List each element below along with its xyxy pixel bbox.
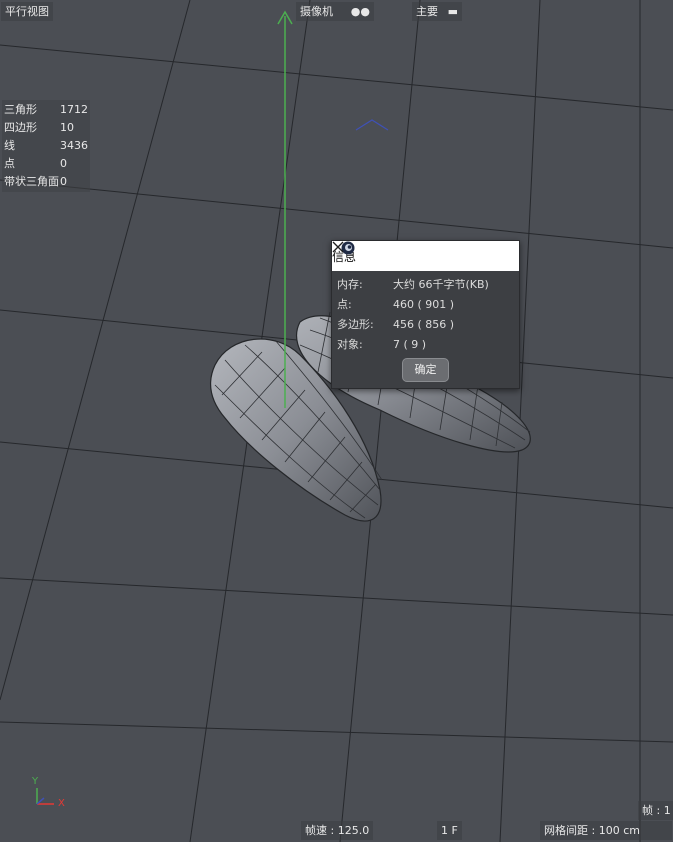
x-axis-label: X — [58, 798, 65, 809]
info-row: 内存: 大约 66千字节(KB) — [337, 278, 489, 291]
frame-readout: 1 F — [437, 821, 462, 840]
info-row: 点: 460 ( 901 ) — [337, 298, 455, 311]
stat-row: 线 3436 — [4, 139, 88, 152]
display-label: 主要 — [416, 5, 438, 18]
stat-row: 三角形 1712 — [4, 103, 88, 116]
frame-counter: 帧 : 1 — [638, 801, 673, 820]
viewport-scene — [0, 0, 673, 842]
close-icon — [332, 241, 344, 253]
grid-spacing-readout: 网格间距 : 100 cm — [540, 821, 672, 840]
camera-icon: ●● — [350, 5, 370, 18]
view-mode-label[interactable]: 平行视图 — [1, 2, 53, 21]
close-button[interactable] — [332, 241, 519, 271]
stat-row: 点0 — [4, 157, 67, 170]
y-axis-label: Y — [32, 776, 39, 787]
stat-row: 四边形 10 — [4, 121, 74, 134]
scene-stats-panel: 三角形 1712 四边形 10 线 3436 点0 带状三角面 0 — [2, 100, 90, 192]
dialog-titlebar[interactable]: 信息 — [332, 241, 519, 271]
ok-button[interactable]: 确定 — [402, 358, 449, 382]
3d-viewport[interactable]: 平行视图 摄像机 ●● 主要 ▬ 三角形 1712 四边形 10 线 3436 点0 … — [0, 0, 673, 842]
fps-readout: 帧速 : 125.0 — [301, 821, 374, 840]
camera-label: 摄像机 — [300, 5, 333, 18]
display-menu[interactable]: 主要 ▬ — [412, 2, 462, 21]
z-axis-indicator — [355, 119, 389, 131]
info-dialog: 信息 内存: 大约 66千字节(KB) 点: 460 ( 901 ) 多边形: 456… — [331, 240, 520, 389]
axis-gizmo: Y X — [28, 776, 72, 816]
info-row: 对象: 7 ( 9 ) — [337, 338, 427, 351]
dialog-body: 内存: 大约 66千字节(KB) 点: 460 ( 901 ) 多边形: 456 ( … — [332, 271, 519, 382]
camera-menu[interactable]: 摄像机 ●● — [296, 2, 374, 21]
stat-row: 带状三角面 0 — [4, 175, 67, 188]
clapper-icon: ▬ — [447, 5, 458, 18]
info-row: 多边形: 456 ( 856 ) — [337, 318, 455, 331]
